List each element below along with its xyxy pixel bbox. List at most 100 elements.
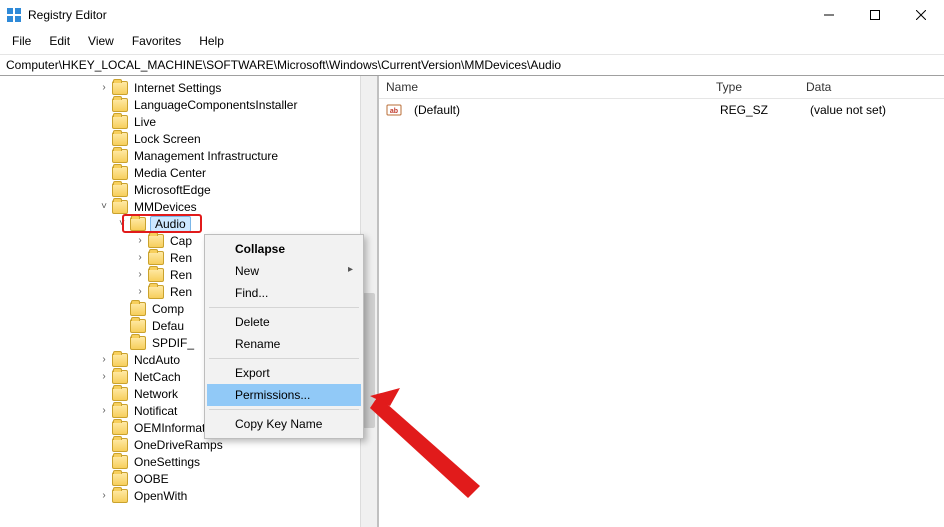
tree-item[interactable]: › Internet Settings xyxy=(0,79,377,96)
chevron-right-icon[interactable]: › xyxy=(96,490,112,501)
tree-item-label: Lock Screen xyxy=(132,132,203,146)
folder-icon xyxy=(148,285,164,299)
folder-icon xyxy=(112,404,128,418)
titlebar: Registry Editor xyxy=(0,0,944,30)
scrollbar-thumb[interactable] xyxy=(363,293,375,428)
context-menu-item[interactable]: Copy Key Name xyxy=(207,413,361,435)
tree-item[interactable]: Lock Screen xyxy=(0,130,377,147)
tree-item-label: Notificat xyxy=(132,404,179,418)
column-header-data[interactable]: Data xyxy=(798,76,944,98)
tree-item-label: Network xyxy=(132,387,180,401)
folder-icon xyxy=(112,353,128,367)
list-header: Name Type Data xyxy=(378,76,944,99)
tree-item-label: Cap xyxy=(168,234,194,248)
list-pane: Name Type Data ab (Default) REG_SZ (valu… xyxy=(378,76,944,527)
minimize-button[interactable] xyxy=(806,0,852,30)
context-menu-item[interactable]: New xyxy=(207,260,361,282)
chevron-right-icon[interactable]: › xyxy=(132,286,148,297)
address-bar[interactable]: Computer\HKEY_LOCAL_MACHINE\SOFTWARE\Mic… xyxy=(0,54,944,76)
tree-item[interactable]: OneSettings xyxy=(0,453,377,470)
chevron-right-icon[interactable]: › xyxy=(96,405,112,416)
menu-file[interactable]: File xyxy=(4,32,39,50)
tree-item-label: SPDIF_ xyxy=(150,336,196,350)
folder-icon xyxy=(112,387,128,401)
tree-item-label: Media Center xyxy=(132,166,208,180)
folder-icon xyxy=(112,183,128,197)
chevron-right-icon[interactable]: › xyxy=(96,371,112,382)
tree-item[interactable]: LanguageComponentsInstaller xyxy=(0,96,377,113)
folder-icon xyxy=(112,115,128,129)
close-button[interactable] xyxy=(898,0,944,30)
menu-edit[interactable]: Edit xyxy=(41,32,78,50)
menu-view[interactable]: View xyxy=(80,32,122,50)
chevron-right-icon[interactable]: › xyxy=(132,235,148,246)
chevron-down-icon[interactable]: ˅ xyxy=(114,218,130,229)
context-menu-item[interactable]: Rename xyxy=(207,333,361,355)
menu-favorites[interactable]: Favorites xyxy=(124,32,189,50)
chevron-down-icon[interactable]: ˅ xyxy=(96,201,112,212)
chevron-right-icon[interactable]: › xyxy=(132,252,148,263)
column-header-type[interactable]: Type xyxy=(708,76,798,98)
svg-text:ab: ab xyxy=(390,108,398,115)
folder-icon xyxy=(112,438,128,452)
folder-icon xyxy=(148,234,164,248)
context-menu-item[interactable]: Permissions... xyxy=(207,384,361,406)
context-menu-item[interactable]: Export xyxy=(207,362,361,384)
tree-item[interactable]: › OpenWith xyxy=(0,487,377,504)
regedit-app-icon xyxy=(6,7,22,23)
tree-item-label: OneSettings xyxy=(132,455,202,469)
folder-icon xyxy=(112,421,128,435)
window-title: Registry Editor xyxy=(28,8,107,22)
menu-help[interactable]: Help xyxy=(191,32,232,50)
maximize-button[interactable] xyxy=(852,0,898,30)
tree-item-label: Internet Settings xyxy=(132,81,223,95)
folder-icon xyxy=(112,166,128,180)
chevron-right-icon[interactable]: › xyxy=(96,82,112,93)
tree-item[interactable]: Media Center xyxy=(0,164,377,181)
folder-icon xyxy=(112,98,128,112)
tree-item-label: OneDriveRamps xyxy=(132,438,225,452)
tree-item[interactable]: Management Infrastructure xyxy=(0,147,377,164)
tree-item[interactable]: OOBE xyxy=(0,470,377,487)
tree-item-label: NcdAuto xyxy=(132,353,182,367)
chevron-right-icon[interactable]: › xyxy=(96,354,112,365)
list-row[interactable]: ab (Default) REG_SZ (value not set) xyxy=(378,99,944,121)
cell-type: REG_SZ xyxy=(712,101,802,119)
context-menu-item[interactable]: Delete xyxy=(207,311,361,333)
folder-icon xyxy=(112,489,128,503)
context-menu-separator xyxy=(209,358,359,359)
tree-item-label: Ren xyxy=(168,251,194,265)
context-menu-separator xyxy=(209,307,359,308)
folder-icon xyxy=(112,455,128,469)
tree-item-label: Defau xyxy=(150,319,186,333)
tree-item[interactable]: Live xyxy=(0,113,377,130)
tree-item[interactable]: ˅MMDevices xyxy=(0,198,377,215)
folder-icon xyxy=(112,200,128,214)
tree-item-label: OOBE xyxy=(132,472,171,486)
tree-item-label: Ren xyxy=(168,285,194,299)
tree-item-label: Management Infrastructure xyxy=(132,149,280,163)
reg-string-icon: ab xyxy=(386,102,402,118)
context-menu-separator xyxy=(209,409,359,410)
folder-icon xyxy=(148,251,164,265)
tree-item[interactable]: ˅ Audio xyxy=(0,215,377,232)
menubar: File Edit View Favorites Help xyxy=(0,30,944,54)
tree-item-label: OpenWith xyxy=(132,489,189,503)
tree-item-label: Audio xyxy=(150,216,191,232)
tree-item-label: LanguageComponentsInstaller xyxy=(132,98,299,112)
context-menu-item[interactable]: Find... xyxy=(207,282,361,304)
folder-icon xyxy=(112,132,128,146)
folder-icon xyxy=(130,336,146,350)
folder-icon xyxy=(112,472,128,486)
context-menu-item[interactable]: Collapse xyxy=(207,238,361,260)
chevron-right-icon[interactable]: › xyxy=(132,269,148,280)
tree-item-label: MicrosoftEdge xyxy=(132,183,213,197)
column-header-name[interactable]: Name xyxy=(378,76,708,98)
folder-icon xyxy=(112,149,128,163)
tree-item-label: Ren xyxy=(168,268,194,282)
folder-icon xyxy=(148,268,164,282)
folder-icon xyxy=(112,81,128,95)
folder-icon xyxy=(130,302,146,316)
tree-item[interactable]: MicrosoftEdge xyxy=(0,181,377,198)
cell-data: (value not set) xyxy=(802,101,944,119)
